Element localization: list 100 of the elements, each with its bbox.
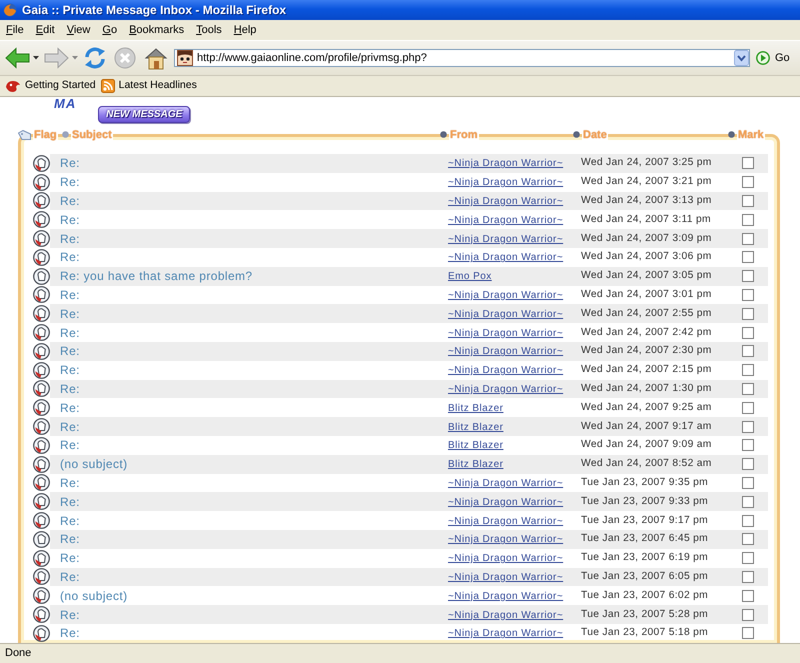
mark-checkbox[interactable] [742,439,754,452]
date-text: Wed Jan 24, 2007 3:09 pm [581,232,712,244]
mark-checkbox[interactable] [742,533,754,546]
mark-checkbox[interactable] [742,308,754,320]
sender-link[interactable]: ~Ninja Dragon Warrior~ [448,214,564,226]
menu-item[interactable]: File [0,22,30,38]
date-text: Tue Jan 23, 2007 9:17 pm [581,514,708,526]
date-text: Wed Jan 24, 2007 9:17 am [581,420,712,432]
sender-link[interactable]: Blitz Blazer [448,459,504,470]
mark-checkbox[interactable] [742,590,754,602]
mark-checkbox[interactable] [742,570,754,583]
date-text: Wed Jan 24, 2007 3:25 pm [581,157,712,168]
mark-checkbox[interactable] [742,364,754,376]
sender-link[interactable]: ~Ninja Dragon Warrior~ [448,384,564,395]
subject-link[interactable]: Re: [60,288,80,302]
sender-link[interactable]: ~Ninja Dragon Warrior~ [448,534,564,546]
home-icon[interactable] [144,46,168,70]
sender-link[interactable]: ~Ninja Dragon Warrior~ [448,516,564,527]
sender-link[interactable]: ~Ninja Dragon Warrior~ [448,234,564,245]
sender-link[interactable]: ~Ninja Dragon Warrior~ [448,553,564,564]
subject-link[interactable]: Re: [60,514,80,528]
menu-item[interactable]: Go [96,22,124,38]
bookmark-link[interactable]: Latest Headlines [100,78,197,94]
date-text: Tue Jan 23, 2007 6:05 pm [581,570,708,582]
subject-link[interactable]: Re: [60,250,80,264]
mark-checkbox[interactable] [742,251,754,264]
mark-checkbox[interactable] [742,458,754,470]
menu-item[interactable]: Bookmarks [123,22,190,38]
sender-link[interactable]: Blitz Blazer [448,440,504,452]
sender-link[interactable]: ~Ninja Dragon Warrior~ [448,496,564,508]
subject-link[interactable]: Re: [60,175,80,190]
sender-link[interactable]: ~Ninja Dragon Warrior~ [448,196,564,207]
menu-item[interactable]: Help [228,22,262,38]
fox-icon [5,79,21,93]
menu-item[interactable]: View [60,22,96,38]
mark-checkbox[interactable] [742,627,754,640]
subject-link[interactable]: Re: [60,551,80,566]
forward-arrow-icon[interactable] [44,47,69,69]
sender-link[interactable]: Emo Pox [448,271,492,282]
bullet-dot-icon [728,131,735,138]
mark-checkbox[interactable] [742,176,754,188]
date-text: Tue Jan 23, 2007 9:35 pm [581,476,708,488]
subject-link[interactable]: Re: [60,626,80,640]
mark-checkbox[interactable] [742,402,754,414]
sender-link[interactable]: ~Ninja Dragon Warrior~ [448,177,564,188]
mark-checkbox[interactable] [742,288,754,301]
date-text: Tue Jan 23, 2007 6:19 pm [581,552,708,564]
sender-link[interactable]: ~Ninja Dragon Warrior~ [448,610,564,621]
sender-link[interactable]: Blitz Blazer [448,402,504,414]
mark-checkbox[interactable] [742,345,754,358]
menu-item[interactable]: Edit [30,22,61,38]
rss-feed-icon [100,79,115,93]
date-text: Wed Jan 24, 2007 9:25 am [581,402,712,413]
sender-link[interactable]: ~Ninja Dragon Warrior~ [448,252,564,264]
sender-link[interactable]: Blitz Blazer [448,422,504,433]
menu-item[interactable]: Tools [190,22,228,38]
sender-link[interactable]: ~Ninja Dragon Warrior~ [448,365,564,376]
stop-icon[interactable] [114,47,136,69]
address-field[interactable]: http://www.gaiaonline.com/profile/privmsg.php? [174,49,750,67]
sender-link[interactable]: ~Ninja Dragon Warrior~ [448,478,564,489]
sender-link[interactable]: ~Ninja Dragon Warrior~ [448,346,564,358]
mark-checkbox[interactable] [742,194,754,207]
reload-icon[interactable] [83,46,107,70]
mark-checkbox[interactable] [742,382,754,395]
mark-checkbox[interactable] [742,420,754,433]
mark-checkbox[interactable] [742,326,754,339]
bookmark-link[interactable]: Getting Started [5,78,96,94]
date-text: Wed Jan 24, 2007 2:30 pm [581,345,712,356]
subject-link[interactable]: Re: [60,476,80,490]
mark-checkbox[interactable] [742,552,754,564]
mark-checkbox[interactable] [742,270,754,282]
sender-link[interactable]: ~Ninja Dragon Warrior~ [448,572,564,583]
subject-link[interactable]: Re: [60,438,80,452]
subject-link[interactable]: Re: [60,363,80,378]
sender-link[interactable]: ~Ninja Dragon Warrior~ [448,628,564,640]
subject-link[interactable]: Re: [60,400,80,415]
mark-checkbox[interactable] [742,476,754,489]
subject-link[interactable]: Re: [60,212,80,227]
mark-checkbox[interactable] [742,514,754,527]
bullet-dot-icon [573,131,580,138]
sender-link[interactable]: ~Ninja Dragon Warrior~ [448,158,564,170]
subject-link[interactable]: (no subject) [60,588,128,603]
sender-link[interactable]: ~Ninja Dragon Warrior~ [448,290,564,301]
go-button[interactable]: Go [756,50,790,66]
back-arrow-icon[interactable] [5,47,30,69]
sender-link[interactable]: ~Ninja Dragon Warrior~ [448,590,564,602]
mark-checkbox[interactable] [742,232,754,245]
date-text: Wed Jan 24, 2007 3:21 pm [581,176,712,188]
date-text: Wed Jan 24, 2007 8:52 am [581,458,712,470]
date-text: Wed Jan 24, 2007 9:09 am [581,439,712,450]
sender-link[interactable]: ~Ninja Dragon Warrior~ [448,308,564,320]
subject-link[interactable]: Re: [60,326,80,340]
mark-checkbox[interactable] [742,157,754,170]
dropdown-caret-icon[interactable] [33,56,39,60]
sender-link[interactable]: ~Ninja Dragon Warrior~ [448,328,564,339]
date-text: Tue Jan 23, 2007 9:33 pm [581,496,708,507]
mark-checkbox[interactable] [742,496,754,508]
mark-checkbox[interactable] [742,608,754,621]
globe-icon [3,3,17,17]
mark-checkbox[interactable] [742,214,754,226]
